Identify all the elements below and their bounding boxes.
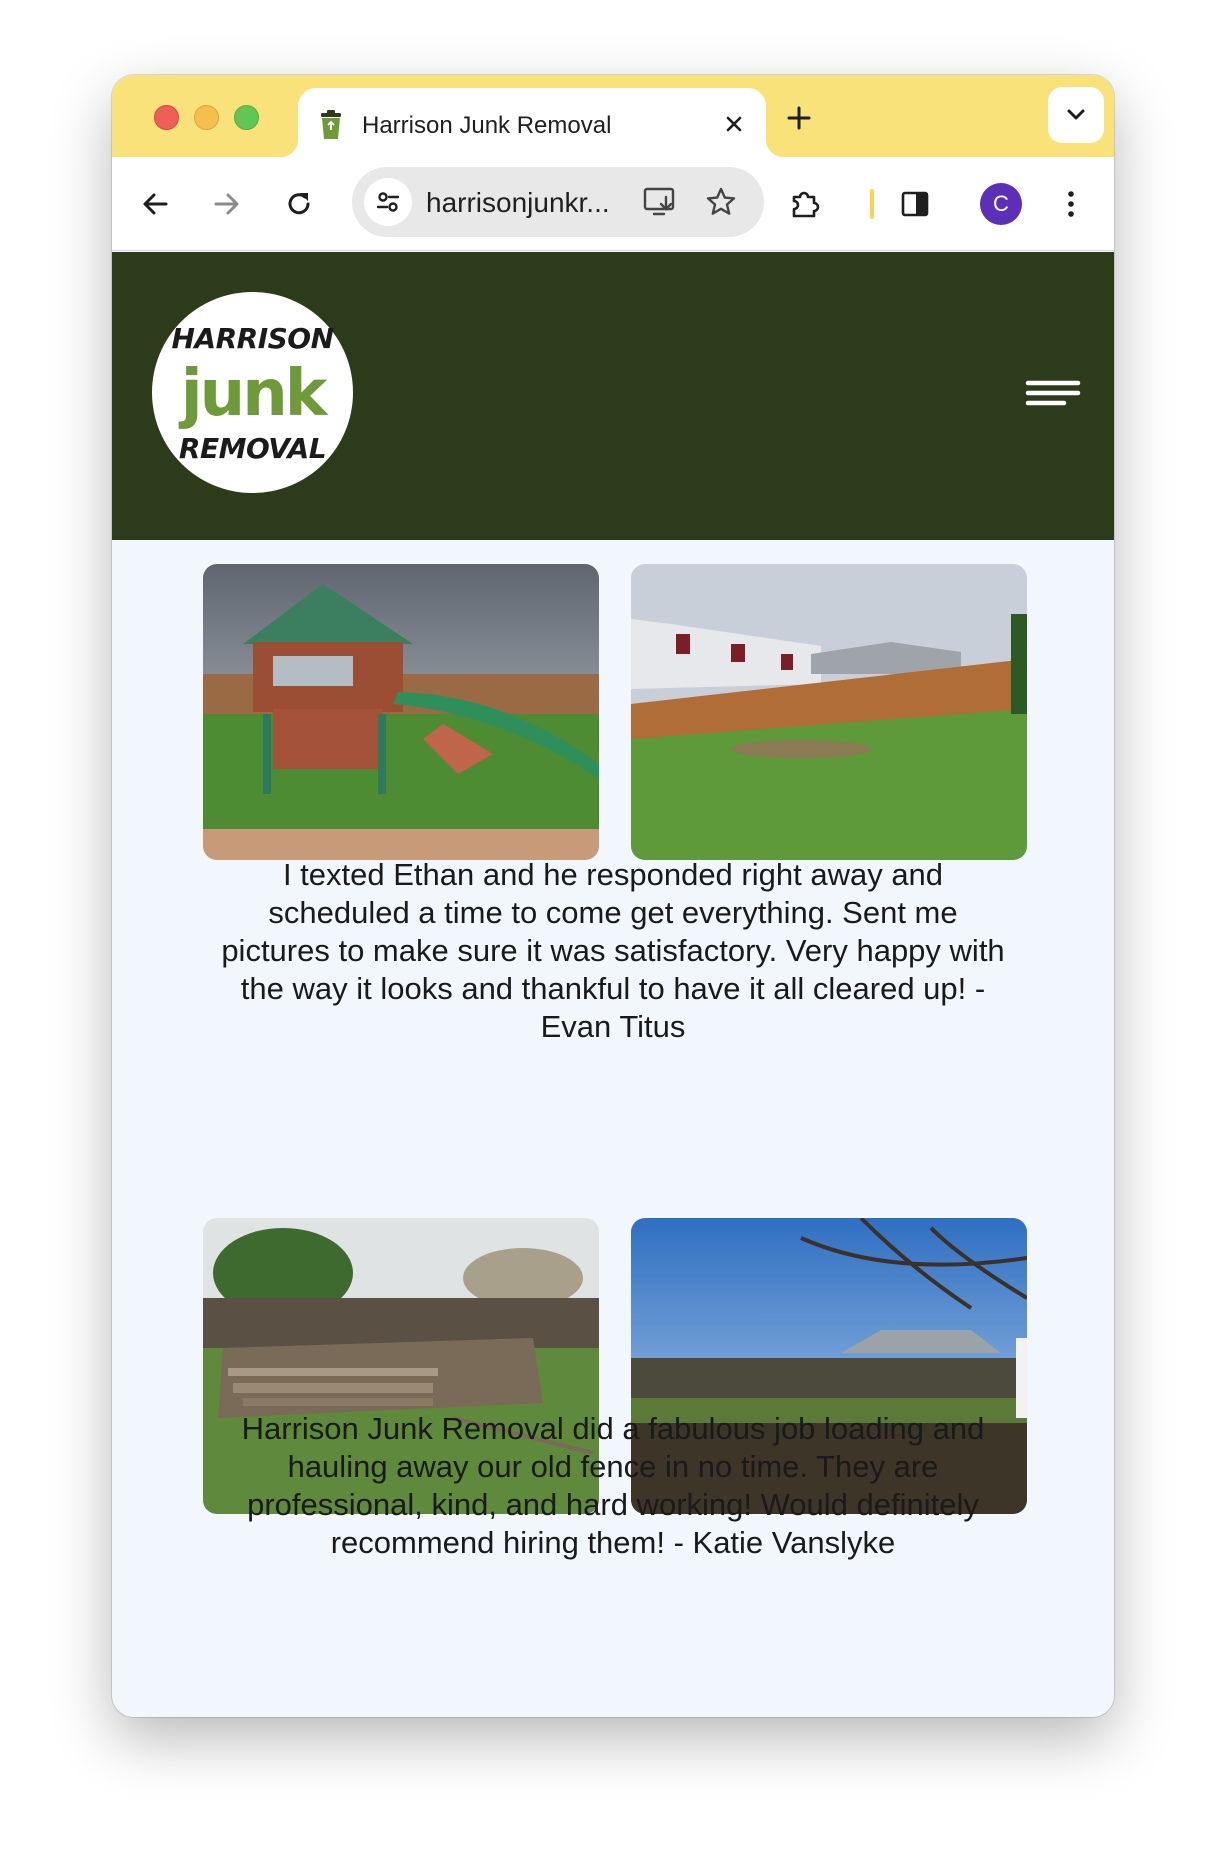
install-app-icon[interactable] <box>642 185 678 219</box>
toolbar-divider <box>870 189 874 219</box>
web-page: HARRISON junk REMOVAL I texted Ethan and… <box>112 252 1114 1717</box>
browser-toolbar: harrisonjunkr... C <box>112 157 1114 251</box>
logo-line-harrison: HARRISON <box>171 322 334 355</box>
logo-line-junk: junk <box>180 357 328 431</box>
tab-strip: Harrison Junk Removal <box>112 75 1114 157</box>
testimonial-text-1: I texted Ethan and he responded right aw… <box>221 857 1005 1044</box>
more-menu-icon[interactable] <box>1054 187 1088 221</box>
tune-icon <box>376 192 400 212</box>
before-photo-playset <box>203 564 599 860</box>
trash-can-favicon-icon <box>321 110 341 139</box>
profile-avatar[interactable]: C <box>980 183 1022 225</box>
url-text[interactable]: harrisonjunkr... <box>426 187 610 219</box>
forward-arrow-icon[interactable] <box>210 187 244 221</box>
chevron-down-icon <box>1067 109 1085 120</box>
address-bar[interactable]: harrisonjunkr... <box>352 167 764 237</box>
logo-line-removal: REMOVAL <box>178 432 327 465</box>
site-info-button[interactable] <box>364 178 412 226</box>
close-tab-icon[interactable] <box>720 110 748 138</box>
after-photo-yard <box>631 564 1027 860</box>
testimonial-text-2: Harrison Junk Removal did a fabulous job… <box>241 1411 985 1560</box>
bookmark-star-icon[interactable] <box>704 185 738 219</box>
extensions-puzzle-icon[interactable] <box>788 187 822 221</box>
side-panel-icon[interactable] <box>898 187 932 221</box>
site-logo[interactable]: HARRISON junk REMOVAL <box>152 292 353 493</box>
browser-window: Harrison Junk Removal harrisonjunkr... C… <box>112 75 1114 1717</box>
reload-icon[interactable] <box>282 187 316 221</box>
close-window-button[interactable] <box>154 105 179 130</box>
browser-tab[interactable]: Harrison Junk Removal <box>280 88 784 157</box>
minimize-window-button[interactable] <box>194 105 219 130</box>
back-arrow-icon[interactable] <box>138 187 172 221</box>
tab-title: Harrison Junk Removal <box>362 112 612 139</box>
maximize-window-button[interactable] <box>234 105 259 130</box>
new-tab-icon[interactable] <box>784 103 814 133</box>
hamburger-menu-icon[interactable] <box>1024 376 1082 410</box>
tab-search-button[interactable] <box>1048 87 1104 143</box>
site-header: HARRISON junk REMOVAL <box>112 252 1114 540</box>
